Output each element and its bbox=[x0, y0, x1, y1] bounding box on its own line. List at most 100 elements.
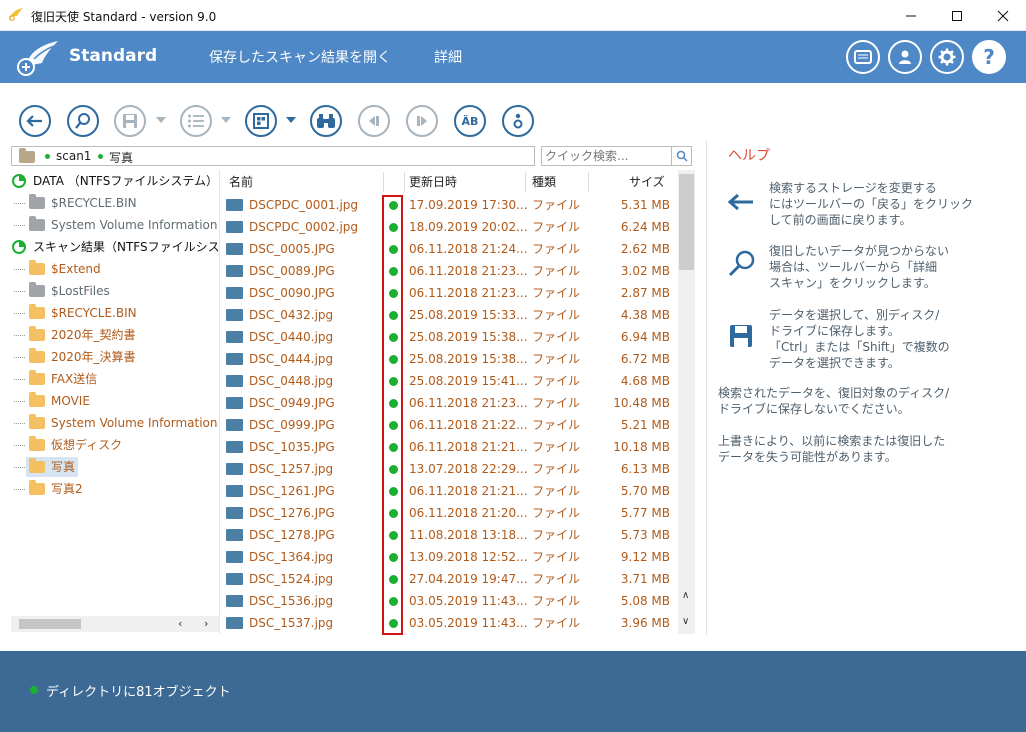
tree-item[interactable]: 2020年_契約書 bbox=[11, 324, 219, 346]
license-button[interactable] bbox=[846, 40, 880, 74]
account-button[interactable] bbox=[888, 40, 922, 74]
file-row[interactable]: DSC_0999.JPG 06.11.2018 21:22... ファイル 5.21 … bbox=[220, 414, 679, 436]
scroll-left-icon[interactable]: ‹ bbox=[178, 616, 182, 632]
tree-connector bbox=[14, 445, 25, 446]
file-row[interactable]: DSC_1278.JPG 11.08.2018 13:18... ファイル 5.73 … bbox=[220, 524, 679, 546]
back-button[interactable] bbox=[19, 105, 51, 137]
tree-item-label: スキャン結果（NTFSファイルシス bbox=[33, 240, 219, 254]
file-row[interactable]: DSC_0949.JPG 06.11.2018 21:23... ファイル 10.48… bbox=[220, 392, 679, 414]
tree-item[interactable]: $LostFiles bbox=[11, 280, 219, 302]
file-type: ファイル bbox=[532, 198, 581, 212]
title-bar: 復旧天使 Standard - version 9.0 bbox=[0, 0, 1026, 31]
tree-item[interactable]: $Extend bbox=[11, 258, 219, 280]
tree-scroll-thumb[interactable] bbox=[19, 619, 81, 629]
file-row[interactable]: DSC_0448.jpg 25.08.2019 15:41... ファイル 4.68 … bbox=[220, 370, 679, 392]
file-size: 5.70 MB bbox=[620, 484, 670, 498]
find-button[interactable] bbox=[310, 105, 342, 137]
file-row[interactable]: DSC_1257.jpg 13.07.2018 22:29... ファイル 6.13 … bbox=[220, 458, 679, 480]
tree-item[interactable]: 2020年_決算書 bbox=[11, 346, 219, 368]
tree-item[interactable]: 写真2 bbox=[11, 478, 219, 500]
tree-item[interactable]: System Volume Information bbox=[11, 412, 219, 434]
close-button[interactable] bbox=[980, 0, 1026, 31]
file-date: 06.11.2018 21:20... bbox=[409, 506, 528, 520]
tree-item[interactable]: 仮想ディスク bbox=[11, 434, 219, 456]
file-name: DSC_1536.jpg bbox=[249, 594, 334, 608]
preview-dropdown-arrow[interactable] bbox=[286, 117, 296, 123]
tree-item[interactable]: MOVIE bbox=[11, 390, 219, 412]
file-row[interactable]: DSC_0444.jpg 25.08.2019 15:38... ファイル 6.72 … bbox=[220, 348, 679, 370]
previous-button[interactable] bbox=[358, 105, 390, 137]
scroll-down-icon[interactable]: ∨ bbox=[682, 616, 689, 627]
scroll-up-icon[interactable]: ∧ bbox=[682, 590, 689, 601]
menu-open-saved-scan[interactable]: 保存したスキャン結果を開く bbox=[209, 47, 391, 67]
file-type: ファイル bbox=[532, 572, 581, 586]
file-row[interactable]: DSCPDC_0001.jpg 17.09.2019 17:30... ファイル 5.… bbox=[220, 194, 679, 216]
character-encoding-button[interactable]: ÄB bbox=[454, 105, 486, 137]
tree-horizontal-scrollbar[interactable]: ‹ › bbox=[11, 616, 219, 632]
tree-item[interactable]: スキャン結果（NTFSファイルシス bbox=[11, 236, 219, 258]
file-row[interactable]: DSC_1536.jpg 03.05.2019 11:43... ファイル 5.08 … bbox=[220, 590, 679, 612]
maximize-button[interactable] bbox=[934, 0, 980, 31]
file-row[interactable]: DSC_1537.jpg 03.05.2019 11:43... ファイル 3.96 … bbox=[220, 612, 679, 634]
file-row[interactable]: DSC_0089.JPG 06.11.2018 21:23... ファイル 3.02 … bbox=[220, 260, 679, 282]
file-type: ファイル bbox=[532, 418, 581, 432]
minimize-button[interactable] bbox=[888, 0, 934, 31]
next-button[interactable] bbox=[406, 105, 438, 137]
tree-item[interactable]: DATA （NTFSファイルシステム） bbox=[11, 170, 219, 192]
folder-icon bbox=[29, 436, 45, 451]
info-icon bbox=[513, 113, 523, 129]
column-divider[interactable] bbox=[525, 172, 526, 192]
tree-item[interactable]: $RECYCLE.BIN bbox=[11, 302, 219, 324]
file-scroll-thumb[interactable] bbox=[679, 174, 694, 270]
list-view-button[interactable] bbox=[180, 105, 212, 137]
save-icon bbox=[730, 325, 752, 347]
tree-connector bbox=[14, 489, 25, 490]
file-name: DSC_1261.JPG bbox=[249, 484, 335, 498]
list-view-dropdown-arrow[interactable] bbox=[221, 117, 231, 123]
save-dropdown-arrow[interactable] bbox=[156, 117, 166, 123]
breadcrumb-segment[interactable]: scan1 bbox=[56, 149, 91, 163]
tree-item[interactable]: $RECYCLE.BIN bbox=[11, 192, 219, 214]
file-row[interactable]: DSCPDC_0002.jpg 18.09.2019 20:02... ファイル 6.… bbox=[220, 216, 679, 238]
file-type: ファイル bbox=[532, 506, 581, 520]
column-divider[interactable] bbox=[383, 172, 384, 192]
help-button[interactable]: ? bbox=[972, 40, 1006, 74]
menu-details[interactable]: 詳細 bbox=[434, 47, 462, 67]
quick-search-input[interactable] bbox=[542, 147, 670, 165]
file-row[interactable]: DSC_1035.JPG 06.11.2018 21:21... ファイル 10.18… bbox=[220, 436, 679, 458]
file-row[interactable]: DSC_1364.jpg 13.09.2018 12:52... ファイル 9.12 … bbox=[220, 546, 679, 568]
column-header-size[interactable]: サイズ bbox=[629, 170, 665, 194]
file-row[interactable]: DSC_0090.JPG 06.11.2018 21:23... ファイル 2.87 … bbox=[220, 282, 679, 304]
file-row[interactable]: DSC_0440.jpg 25.08.2019 15:38... ファイル 6.94 … bbox=[220, 326, 679, 348]
save-button[interactable] bbox=[114, 105, 146, 137]
file-row[interactable]: DSC_1276.JPG 06.11.2018 21:20... ファイル 5.77 … bbox=[220, 502, 679, 524]
breadcrumb-segment[interactable]: 写真 bbox=[109, 149, 133, 166]
tree-item[interactable]: 写真 bbox=[11, 456, 219, 478]
column-divider[interactable] bbox=[588, 172, 589, 192]
info-button[interactable] bbox=[502, 105, 534, 137]
search-submit-button[interactable] bbox=[671, 147, 691, 165]
tree-item[interactable]: FAX送信 bbox=[11, 368, 219, 390]
column-header-name[interactable]: 名前 bbox=[229, 170, 253, 194]
column-header-type[interactable]: 種類 bbox=[532, 170, 556, 194]
settings-button[interactable] bbox=[930, 40, 964, 74]
file-row[interactable]: DSC_0432.jpg 25.08.2019 15:33... ファイル 4.38 … bbox=[220, 304, 679, 326]
file-type: ファイル bbox=[532, 220, 581, 234]
tree-item-label: 2020年_契約書 bbox=[51, 328, 136, 342]
preview-button[interactable] bbox=[245, 105, 277, 137]
file-size: 5.31 MB bbox=[620, 198, 670, 212]
file-name: DSC_1276.JPG bbox=[249, 506, 335, 520]
file-row[interactable]: DSC_1261.JPG 06.11.2018 21:21... ファイル 5.70 … bbox=[220, 480, 679, 502]
file-row[interactable]: DSC_0005.JPG 06.11.2018 21:24... ファイル 2.62 … bbox=[220, 238, 679, 260]
column-header-date[interactable]: 更新日時 bbox=[409, 170, 457, 194]
file-row[interactable]: DSC_1524.jpg 27.04.2019 19:47... ファイル 3.71 … bbox=[220, 568, 679, 590]
search-icon bbox=[75, 113, 90, 129]
file-list-scrollbar[interactable]: ∧ ∨ bbox=[678, 170, 695, 634]
scroll-right-icon[interactable]: › bbox=[204, 616, 208, 632]
tree-item[interactable]: System Volume Information bbox=[11, 214, 219, 236]
path-breadcrumb[interactable]: scan1 写真 bbox=[11, 146, 535, 166]
tree-connector bbox=[14, 225, 25, 226]
column-divider[interactable] bbox=[404, 172, 405, 192]
deep-scan-button[interactable] bbox=[67, 105, 99, 137]
tree-connector bbox=[14, 203, 25, 204]
